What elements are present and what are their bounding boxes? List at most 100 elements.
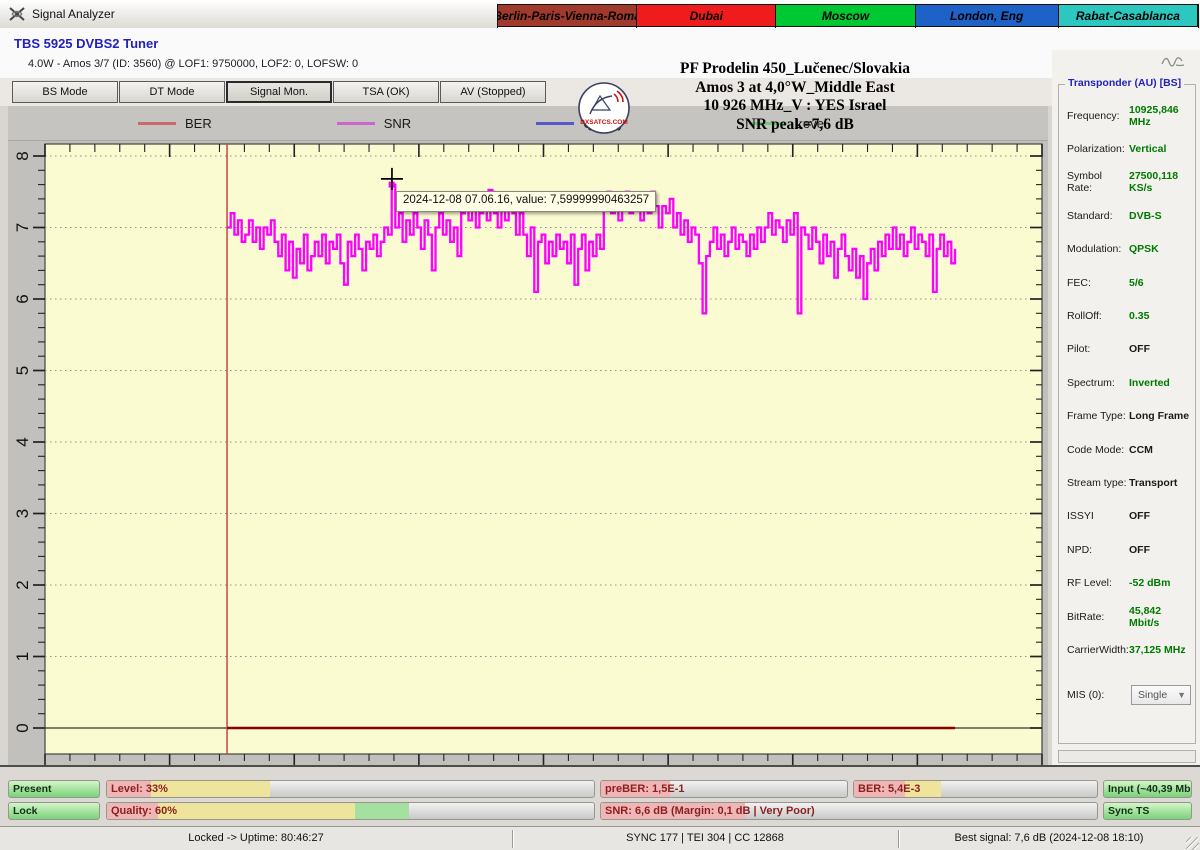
transponder-value: DVB-S [1129,210,1162,222]
y-axis-label: 6 [13,294,32,303]
legend-label: BER [185,116,212,131]
statusbar: Locked -> Uptime: 80:46:27 SYNC 177 | TE… [0,826,1200,850]
signal-chart-plot[interactable]: 012345678 [8,141,1048,766]
transponder-value: Vertical [1129,143,1166,155]
transponder-row: ISSYIOFF [1067,500,1191,533]
resize-grip[interactable] [1186,837,1199,850]
y-axis-label: 2 [13,580,32,589]
status-sync-ts: Sync TS [1103,802,1192,820]
transponder-row: Modulation:QPSK [1067,233,1191,266]
transponder-value: OFF [1129,544,1150,556]
transponder-row: CarrierWidth:37,125 MHz [1067,633,1191,666]
transponder-row: RollOff:0.35 [1067,299,1191,332]
transponder-rows: Frequency:10925,846 MHzPolarization:Vert… [1067,99,1191,712]
bar-label: SNR: 6,6 dB (Margin: 0,1 dB | Very Poor) [605,805,815,817]
snr-legend-line [337,122,375,125]
transponder-label: Pilot: [1067,343,1129,355]
chart-panel: 012345678 [8,140,1048,766]
clock-city-header: Moscow [776,5,915,27]
signature-icon [1160,52,1186,68]
bar-label: Present [13,783,52,795]
transponder-value: -52 dBm [1129,577,1170,589]
mis-value: Single [1138,689,1167,701]
window-title: Signal Analyzer [32,7,115,21]
transponder-value: Long Frame [1129,410,1189,422]
dxsatcs-logo: DXSATCS.COM [576,80,632,136]
meter-segment [158,803,355,819]
dxsatcs-logo-text: DXSATCS.COM [580,119,628,126]
mode-button-row: BS ModeDT ModeSignal Mon.TSA (OK)AV (Sto… [12,81,547,103]
transponder-value: CCM [1129,444,1153,456]
transponder-value: OFF [1129,510,1150,522]
transponder-label: Frame Type: [1067,410,1129,422]
clock-city-header: Rabat-Casablanca [1059,5,1198,27]
transponder-value: OFF [1129,343,1150,355]
quality-legend-line [536,122,574,125]
mode-button-av-stopped[interactable]: AV (Stopped) [440,81,546,103]
transponder-row: Frequency:10925,846 MHz [1067,99,1191,132]
transponder-label: CarrierWidth: [1067,644,1129,656]
tuner-name: TBS 5925 DVBS2 Tuner [14,36,158,51]
transponder-row: Spectrum:Inverted [1067,366,1191,399]
meter-segment [151,781,270,797]
transponder-label: BitRate: [1067,611,1129,623]
transponder-label: Polarization: [1067,143,1129,155]
mode-button-dt-mode[interactable]: DT Mode [119,81,225,103]
transponder-row: Stream type:Transport [1067,466,1191,499]
transponder-title: Transponder (AU) [BS] [1065,77,1184,89]
meter-quality: Quality: 60% [106,802,595,820]
transponder-row: Polarization:Vertical [1067,132,1191,165]
transponder-label: NPD: [1067,544,1129,556]
statusbar-uptime: Locked -> Uptime: 80:46:27 [0,832,512,844]
transponder-row: Frame Type:Long Frame [1067,400,1191,433]
mode-button-signal-mon[interactable]: Signal Mon. [226,81,332,103]
transponder-label: RF Level: [1067,577,1129,589]
transponder-row: FEC:5/6 [1067,266,1191,299]
transponder-label: Standard: [1067,210,1129,222]
y-axis-label: 7 [13,223,32,232]
chevron-down-icon: ▼ [1177,690,1186,700]
mode-button-tsa-ok[interactable]: TSA (OK) [333,81,439,103]
bar-label: Quality: 60% [111,805,177,817]
clock-city-header: Dubai [637,5,776,27]
transponder-row: NPD:OFF [1067,533,1191,566]
transponder-label: RollOff: [1067,310,1129,322]
bar-label: Input (~40,39 Mbps) [1108,783,1192,795]
indicator-rows-area: PresentLevel: 33%preBER: 1,5E-1BER: 5,4E… [0,767,1200,826]
transponder-label: Symbol Rate: [1067,170,1129,194]
y-axis-label: 0 [13,723,32,732]
transponder-row: RF Level:-52 dBm [1067,566,1191,599]
bar-label: Sync TS [1108,805,1149,817]
statusbar-sync: SYNC 177 | TEI 304 | CC 12868 [512,832,898,844]
status-lock: Lock [8,802,100,820]
annotation-block: PF Prodelin 450_Lučenec/Slovakia Amos 3 … [600,60,990,134]
ber-legend-line [138,122,176,125]
transponder-label: Modulation: [1067,243,1129,255]
statusbar-best-signal: Best signal: 7,6 dB (2024-12-08 18:10) [898,832,1200,844]
annotation-line-4: SNR peak=7,6 dB [600,116,990,135]
transponder-groupbox: Transponder (AU) [BS] Frequency:10925,84… [1058,84,1196,744]
transponder-row: BitRate:45,842 Mbit/s [1067,600,1191,633]
annotation-line-2: Amos 3 at 4,0°W_Middle East [600,79,990,98]
mis-dropdown[interactable]: Single ▼ [1131,685,1191,705]
transponder-row: Symbol Rate:27500,118 KS/s [1067,166,1191,199]
bar-label: preBER: 1,5E-1 [605,783,684,795]
indicator-row-2: Lock Quality: 60% SNR: 6,6 dB (Margin: 0,1… [0,802,1200,820]
app-icon [8,5,26,23]
bar-label: BER: 5,4E-3 [858,783,920,795]
annotation-line-1: PF Prodelin 450_Lučenec/Slovakia [600,60,990,79]
mode-button-bs-mode[interactable]: BS Mode [12,81,118,103]
meter-segment [355,803,409,819]
chart-tooltip: 2024-12-08 07.06.16, value: 7,5999999046… [396,191,656,212]
legend-item-ber: BER [138,116,212,131]
mis-label: MIS (0): [1067,689,1129,701]
y-axis-label: 3 [13,509,32,518]
legend-item-snr: SNR [337,116,411,131]
transponder-value: 45,842 Mbit/s [1129,605,1191,629]
tuner-details: 4.0W - Amos 3/7 (ID: 3560) @ LOF1: 97500… [28,58,358,70]
transponder-row: Standard:DVB-S [1067,199,1191,232]
transponder-label: ISSYI [1067,510,1129,522]
y-axis-label: 4 [13,437,32,446]
bar-label: Lock [13,805,38,817]
transponder-label: FEC: [1067,277,1129,289]
